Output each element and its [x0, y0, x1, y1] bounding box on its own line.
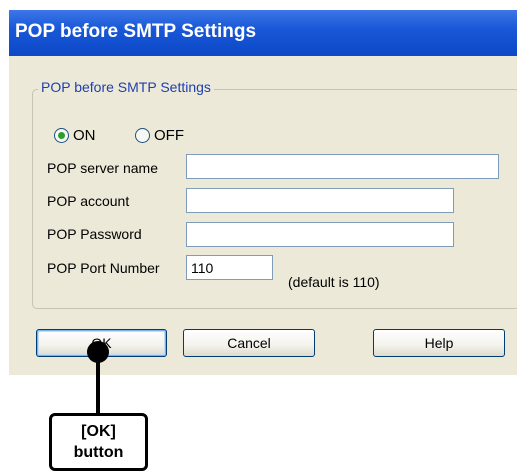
- port-default-hint: (default is 110): [288, 274, 380, 290]
- radio-on-circle-icon: [54, 128, 69, 143]
- settings-dialog: POP before SMTP Settings POP before SMTP…: [9, 10, 517, 375]
- help-button[interactable]: Help: [373, 329, 505, 357]
- callout-line2: button: [73, 444, 124, 461]
- pop-password-input[interactable]: [186, 222, 454, 247]
- group-legend: POP before SMTP Settings: [38, 79, 214, 95]
- pop-port-number-label: POP Port Number: [47, 260, 160, 276]
- pop-password-label: POP Password: [47, 226, 142, 242]
- cancel-button[interactable]: Cancel: [183, 329, 315, 357]
- pop-account-label: POP account: [47, 193, 130, 209]
- window-title: POP before SMTP Settings: [15, 21, 257, 42]
- pop-server-name-label: POP server name: [47, 160, 159, 176]
- pop-port-number-input[interactable]: [186, 255, 273, 280]
- radio-on-label: ON: [73, 127, 96, 144]
- pop-account-input[interactable]: [186, 188, 454, 213]
- title-bar[interactable]: POP before SMTP Settings: [9, 10, 517, 56]
- pop-server-name-input[interactable]: [186, 154, 499, 179]
- radio-off-label: OFF: [154, 127, 184, 144]
- radio-off-circle-icon: [135, 128, 150, 143]
- radio-on[interactable]: ON: [54, 127, 96, 144]
- radio-selected-dot-icon: [58, 132, 65, 139]
- radio-off[interactable]: OFF: [135, 127, 184, 144]
- callout-pointer-dot: [87, 341, 109, 363]
- callout-line1: [OK]: [81, 423, 116, 440]
- ok-button-callout: [OK] button: [49, 413, 148, 471]
